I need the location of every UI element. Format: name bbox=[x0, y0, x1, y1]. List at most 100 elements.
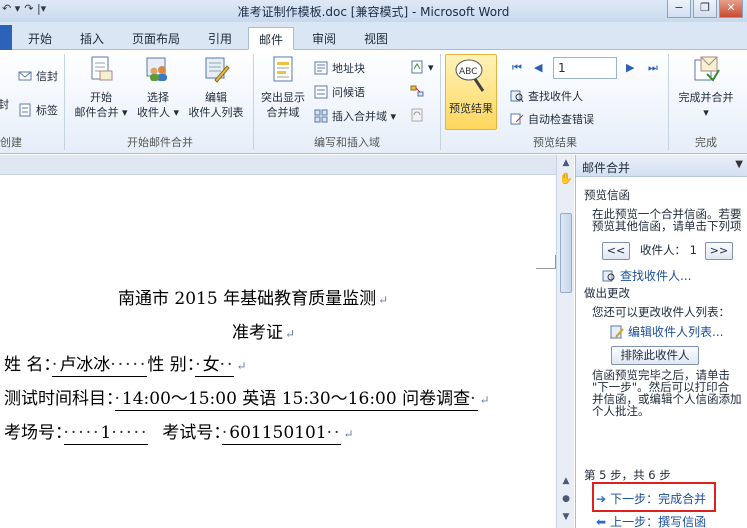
match-fields-icon bbox=[410, 85, 424, 97]
create-partial: 封 bbox=[0, 98, 9, 111]
student-name: 卢冰冰 bbox=[59, 355, 111, 375]
ribbon-tabs: 开始 插入 页面布局 引用 邮件 审阅 视图 bbox=[0, 22, 747, 50]
hand-icon[interactable]: ✋ bbox=[557, 171, 575, 187]
tab-mailings[interactable]: 邮件 bbox=[248, 27, 295, 50]
group-label-create: 创建 bbox=[0, 136, 22, 149]
next-step-highlight bbox=[592, 482, 716, 512]
greeting-line-button[interactable]: 问候语 bbox=[314, 84, 365, 100]
labels-button[interactable]: 标签 bbox=[18, 102, 58, 118]
find-recipient-icon bbox=[510, 90, 524, 103]
group-label-preview: 预览结果 bbox=[533, 136, 577, 149]
document-scrollbar[interactable]: ▲ ✋ ▲ ● ▼ bbox=[556, 155, 574, 528]
tab-home[interactable]: 开始 bbox=[18, 27, 62, 50]
tab-insert[interactable]: 插入 bbox=[70, 27, 114, 50]
label-icon bbox=[19, 103, 31, 117]
insert-merge-field-button[interactable]: 插入合并域 ▾ bbox=[314, 108, 396, 124]
divider bbox=[64, 54, 65, 150]
document-top-gap bbox=[0, 155, 556, 175]
previous-page-icon[interactable]: ▲ bbox=[557, 473, 575, 489]
restore-button[interactable]: ❐ bbox=[693, 0, 717, 18]
previous-step-link[interactable]: ⬅ 上一步：撰写信函 bbox=[596, 513, 706, 528]
preview-results-button[interactable]: ABC 预览结果 bbox=[445, 54, 497, 130]
auto-check-errors-button[interactable]: 自动检查错误 bbox=[510, 111, 594, 127]
address-block-button[interactable]: 地址块 bbox=[314, 60, 365, 76]
svg-text:ABC: ABC bbox=[459, 67, 477, 77]
next-recipient-button[interactable]: >> bbox=[705, 242, 733, 260]
find-recipient-button[interactable]: 查找收件人 bbox=[510, 88, 583, 104]
match-fields-button[interactable] bbox=[410, 84, 424, 98]
title-bar: ↶ ▾ ↷ |▾ 准考证制作模板.doc [兼容模式] - Microsoft … bbox=[0, 0, 747, 22]
envelopes-button[interactable]: 信封 bbox=[18, 68, 58, 84]
merge-field-icon bbox=[314, 109, 328, 123]
pane-options-icon[interactable]: ▼ bbox=[735, 159, 743, 170]
document-heading-1: 南通市 2015 年基础教育质量监测 ↵ bbox=[118, 289, 389, 309]
record-number-input[interactable]: 1 bbox=[553, 57, 617, 79]
recipients-icon bbox=[146, 57, 167, 81]
envelope-icon bbox=[18, 71, 32, 81]
last-record-button[interactable]: ⏭ bbox=[648, 61, 658, 75]
find-recipient-link[interactable]: 查找收件人... bbox=[602, 267, 691, 284]
changes-heading: 做出更改 bbox=[584, 286, 630, 300]
document-row-room-number: 考场号：·····1····· 考试号：·601150101·· ↵ bbox=[4, 423, 354, 445]
divider bbox=[668, 54, 669, 150]
mail-merge-task-pane: 邮件合并 ▼ 预览信函 在此预览一个合并信函。若要 预览其他信函，请单击下列项 … bbox=[575, 155, 747, 528]
preview-desc-2: 预览其他信函，请单击下列项 bbox=[592, 219, 742, 233]
highlight-fields-icon bbox=[273, 56, 293, 82]
finish-desc-4: 个人批注。 bbox=[592, 404, 650, 418]
exam-number: 601150101 bbox=[229, 423, 327, 443]
edit-list-icon bbox=[610, 325, 624, 338]
select-recipients-button[interactable]: 选择 收件人 ▾ bbox=[133, 54, 183, 120]
window-title: 准考证制作模板.doc [兼容模式] - Microsoft Word bbox=[237, 5, 510, 19]
scroll-thumb[interactable] bbox=[560, 213, 572, 293]
previous-recipient-button[interactable]: << bbox=[602, 242, 630, 260]
edit-list-icon bbox=[205, 57, 230, 83]
group-label-finish: 完成 bbox=[695, 136, 717, 149]
update-labels-button[interactable] bbox=[410, 108, 424, 122]
tab-view[interactable]: 视图 bbox=[354, 27, 398, 50]
edit-recipient-list-button[interactable]: 编辑 收件人列表 bbox=[184, 54, 248, 120]
highlight-merge-fields-button[interactable]: 突出显示 合并域 bbox=[257, 54, 309, 120]
previous-record-button[interactable]: ◀ bbox=[534, 61, 542, 74]
first-record-button[interactable]: ⏮ bbox=[512, 61, 522, 75]
tab-page-layout[interactable]: 页面布局 bbox=[122, 27, 190, 50]
preview-heading: 预览信函 bbox=[584, 188, 630, 202]
start-mail-merge-button[interactable]: 开始 邮件合并 ▾ bbox=[70, 54, 132, 120]
group-label-write-insert: 编写和插入域 bbox=[314, 136, 380, 149]
document-row-name-gender: 姓 名：·卢冰冰·····性 别：·女·· ↵ bbox=[4, 355, 247, 377]
rules-button[interactable]: ▾ bbox=[410, 60, 434, 74]
edit-recipient-list-link[interactable]: 编辑收件人列表... bbox=[610, 323, 723, 340]
next-record-button[interactable]: ▶ bbox=[626, 61, 634, 74]
recipient-label: 收件人： 1 bbox=[640, 243, 697, 257]
changes-desc: 您还可以更改收件人列表： bbox=[592, 305, 730, 319]
file-tab[interactable] bbox=[0, 25, 12, 50]
divider bbox=[440, 54, 441, 150]
scroll-up-arrow[interactable]: ▲ bbox=[557, 155, 575, 171]
exam-room: 1 bbox=[100, 423, 112, 443]
document-row-time-subject: 测试时间科目：·14:00～15:00 英语 15:30～16:00 问卷调查·… bbox=[4, 389, 490, 411]
student-gender: 女 bbox=[202, 355, 220, 375]
finish-merge-icon bbox=[694, 56, 720, 82]
magnifier-abc-icon: ABC bbox=[455, 59, 485, 92]
document-merge-icon bbox=[91, 56, 113, 81]
next-page-icon[interactable]: ▼ bbox=[557, 509, 575, 525]
group-label-start-merge: 开始邮件合并 bbox=[127, 136, 193, 149]
address-block-icon bbox=[314, 61, 328, 75]
exclude-recipient-button[interactable]: 排除此收件人 bbox=[611, 346, 699, 365]
minimize-button[interactable]: − bbox=[667, 0, 691, 18]
ribbon: 封 信封 标签 创建 开始 邮件合并 ▾ 选择 收件人 ▾ 编辑 收件人列表 开… bbox=[0, 50, 747, 154]
tab-references[interactable]: 引用 bbox=[198, 27, 242, 50]
close-button[interactable]: ✕ bbox=[719, 0, 743, 18]
tab-review[interactable]: 审阅 bbox=[302, 27, 346, 50]
select-browse-object-icon[interactable]: ● bbox=[557, 491, 575, 507]
arrow-left-icon: ⬅ bbox=[596, 514, 607, 528]
rules-icon bbox=[411, 60, 423, 74]
finish-and-merge-button[interactable]: 完成并合并 ▾ bbox=[672, 54, 740, 120]
test-schedule: 14:00～15:00 英语 15:30～16:00 问卷调查 bbox=[121, 389, 471, 409]
divider bbox=[253, 54, 254, 150]
task-pane-header: 邮件合并 ▼ bbox=[576, 155, 747, 177]
window-controls: − ❐ ✕ bbox=[667, 0, 743, 18]
greeting-icon bbox=[314, 85, 328, 99]
page-corner-mark bbox=[536, 255, 556, 269]
step-indicator: 第 5 步，共 6 步 bbox=[584, 468, 671, 482]
document-heading-2: 准考证 ↵ bbox=[232, 323, 296, 343]
